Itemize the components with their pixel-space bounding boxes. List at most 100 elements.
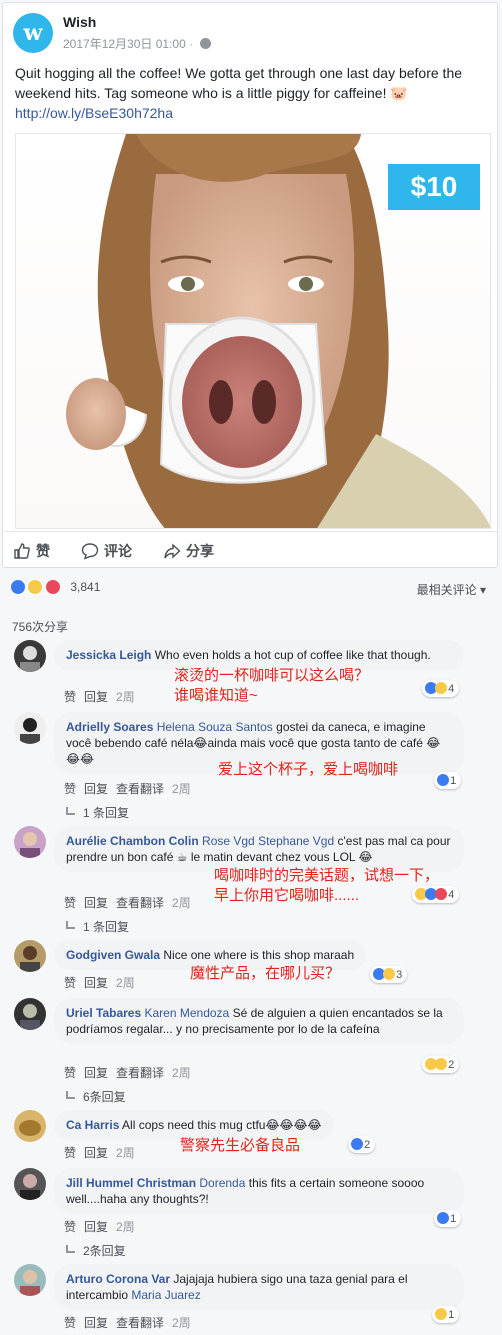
comment-time[interactable]: 2周 (116, 976, 135, 990)
comment-reactions[interactable]: 2 (422, 1056, 460, 1073)
thumbs-up-icon (14, 543, 30, 559)
comment-bubble: Uriel Tabares Karen Mendoza Sé de alguie… (54, 998, 464, 1044)
share-button[interactable]: 分享 (163, 541, 214, 561)
view-replies-link[interactable]: 1 条回复 (66, 918, 129, 935)
annotation-text: 爱上这个杯子，爱上喝咖啡 (218, 761, 399, 778)
translate-link[interactable]: 查看翻译 (116, 782, 164, 796)
post-photo[interactable]: $10 (15, 133, 491, 529)
haha-reaction-icon[interactable] (27, 578, 44, 595)
comment-reactions[interactable]: 1 (432, 1306, 460, 1323)
comment-reply-link[interactable]: 回复 (84, 782, 108, 796)
comment-author[interactable]: Jill Hummel Christman (66, 1176, 196, 1190)
comment-like-link[interactable]: 赞 (64, 1220, 76, 1234)
avatar[interactable] (14, 998, 46, 1030)
comment-reactions[interactable]: 3 (370, 966, 408, 983)
comment-meta: 赞回复 查看翻译 2周 (64, 894, 199, 911)
comment-reply-link[interactable]: 回复 (84, 690, 108, 704)
comment-reply-link[interactable]: 回复 (84, 1066, 108, 1080)
comment-like-link[interactable]: 赞 (64, 896, 76, 910)
like-reaction-icon[interactable] (10, 578, 26, 595)
comment-like-link[interactable]: 赞 (64, 1316, 76, 1330)
comment-author[interactable]: Godgiven Gwala (66, 948, 160, 962)
reactions-row: 3,841 最相关评论 ▾ (10, 578, 490, 600)
tagged-user[interactable]: Rose Vgd Stephane Vgd (202, 834, 334, 848)
comment-meta: 赞回复 2周 (64, 974, 143, 991)
page-name[interactable]: Wish (63, 14, 96, 30)
like-button[interactable]: 赞 (13, 541, 50, 561)
view-replies-link[interactable]: 1 条回复 (66, 804, 129, 821)
avatar[interactable] (14, 826, 46, 858)
comment-reactions[interactable]: 2 (348, 1136, 376, 1153)
view-replies-link[interactable]: 2条回复 (66, 1242, 126, 1259)
annotation-text: 喝咖啡时的完美话题，试想一下， 早上你用它喝咖啡...... (214, 867, 440, 904)
comment-time[interactable]: 2周 (172, 1316, 191, 1330)
translate-link[interactable]: 查看翻译 (116, 1316, 164, 1330)
post-date[interactable]: 2017年12月30日 01:00 · (63, 35, 212, 52)
share-count[interactable]: 756次分享 (12, 618, 68, 635)
tagged-user[interactable]: Dorenda (199, 1176, 245, 1190)
comment-reply-link[interactable]: 回复 (84, 896, 108, 910)
tagged-user[interactable]: Helena Souza Santos (157, 720, 273, 734)
comment-button[interactable]: 评论 (81, 541, 132, 561)
annotation-text: 魔性产品，在哪儿买？ (190, 965, 341, 982)
comment-reply-link[interactable]: 回复 (84, 976, 108, 990)
comment-time[interactable]: 2周 (116, 1220, 135, 1234)
reactions-count[interactable]: 3,841 (70, 580, 100, 594)
post-card: w Wish 2017年12月30日 01:00 · Quit hogging … (2, 2, 498, 568)
comment-reply-link[interactable]: 回复 (84, 1146, 108, 1160)
avatar[interactable] (14, 1110, 46, 1142)
comment-author[interactable]: Uriel Tabares (66, 1006, 141, 1020)
share-icon (164, 543, 181, 559)
translate-link[interactable]: 查看翻译 (116, 896, 164, 910)
post-link[interactable]: http://ow.ly/BseE30h72ha (15, 103, 491, 123)
comment-text: All cops need this mug ctfu😂😂😂😂 (122, 1118, 322, 1132)
comment-like-link[interactable]: 赞 (64, 1066, 76, 1080)
comment-text: Who even holds a hot cup of coffee like … (154, 648, 431, 662)
comment-reply-link[interactable]: 回复 (84, 1316, 108, 1330)
comment-like-link[interactable]: 赞 (64, 976, 76, 990)
comment-bubble: Arturo Corona Var Jajajaja hubiera sigo … (54, 1264, 464, 1310)
comment-time[interactable]: 2周 (116, 1146, 135, 1160)
post-actions: 赞 评论 分享 (3, 531, 497, 569)
comment-sort-dropdown[interactable]: 最相关评论 ▾ (417, 581, 486, 598)
comment-meta: 赞回复 2周 (64, 688, 143, 705)
comment-bubble: Jill Hummel Christman Dorenda this fits … (54, 1168, 464, 1214)
price-badge: $10 (388, 164, 480, 210)
post-header: w Wish 2017年12月30日 01:00 · (13, 13, 483, 53)
comment-time[interactable]: 2周 (116, 690, 135, 704)
love-reaction-icon[interactable] (44, 578, 61, 595)
comment-time[interactable]: 2周 (172, 1066, 191, 1080)
avatar[interactable] (14, 1168, 46, 1200)
comment-meta: 赞回复 2周 (64, 1144, 143, 1161)
comment-author[interactable]: Ca Harris (66, 1118, 119, 1132)
comment-time[interactable]: 2周 (172, 782, 191, 796)
comment-text: Nice one where is this shop maraah (163, 948, 355, 962)
comment-meta: 赞回复 查看翻译 2周 (64, 1064, 199, 1081)
comment-author[interactable]: Aurélie Chambon Colin (66, 834, 199, 848)
comment-meta: 赞回复 查看翻译 2周 (64, 780, 199, 797)
comment-reactions[interactable]: 1 (434, 772, 462, 789)
tagged-user[interactable]: Maria Juarez (131, 1288, 200, 1302)
comment-reactions[interactable]: 1 (434, 1210, 462, 1227)
translate-link[interactable]: 查看翻译 (116, 1066, 164, 1080)
comment-like-link[interactable]: 赞 (64, 690, 76, 704)
comment-author[interactable]: Jessicka Leigh (66, 648, 151, 662)
comment-reply-link[interactable]: 回复 (84, 1220, 108, 1234)
avatar[interactable] (14, 940, 46, 972)
comment-reactions[interactable]: 4 (412, 886, 460, 903)
avatar[interactable] (14, 1264, 46, 1296)
comment-author[interactable]: Adrielly Soares (66, 720, 153, 734)
comment-reactions[interactable]: 4 (422, 680, 460, 697)
comment-meta: 赞回复 2周 (64, 1218, 143, 1235)
comment-meta: 赞回复 查看翻译 2周 (64, 1314, 199, 1331)
wish-logo-icon[interactable]: w (13, 13, 53, 53)
avatar[interactable] (14, 640, 46, 672)
tagged-user[interactable]: Karen Mendoza (145, 1006, 230, 1020)
view-replies-link[interactable]: 6条回复 (66, 1088, 126, 1105)
comment-author[interactable]: Arturo Corona Var (66, 1272, 170, 1286)
comment-time[interactable]: 2周 (172, 896, 191, 910)
avatar[interactable] (14, 712, 46, 744)
comment-like-link[interactable]: 赞 (64, 1146, 76, 1160)
comment-like-link[interactable]: 赞 (64, 782, 76, 796)
post-text: Quit hogging all the coffee! We gotta ge… (15, 63, 491, 123)
